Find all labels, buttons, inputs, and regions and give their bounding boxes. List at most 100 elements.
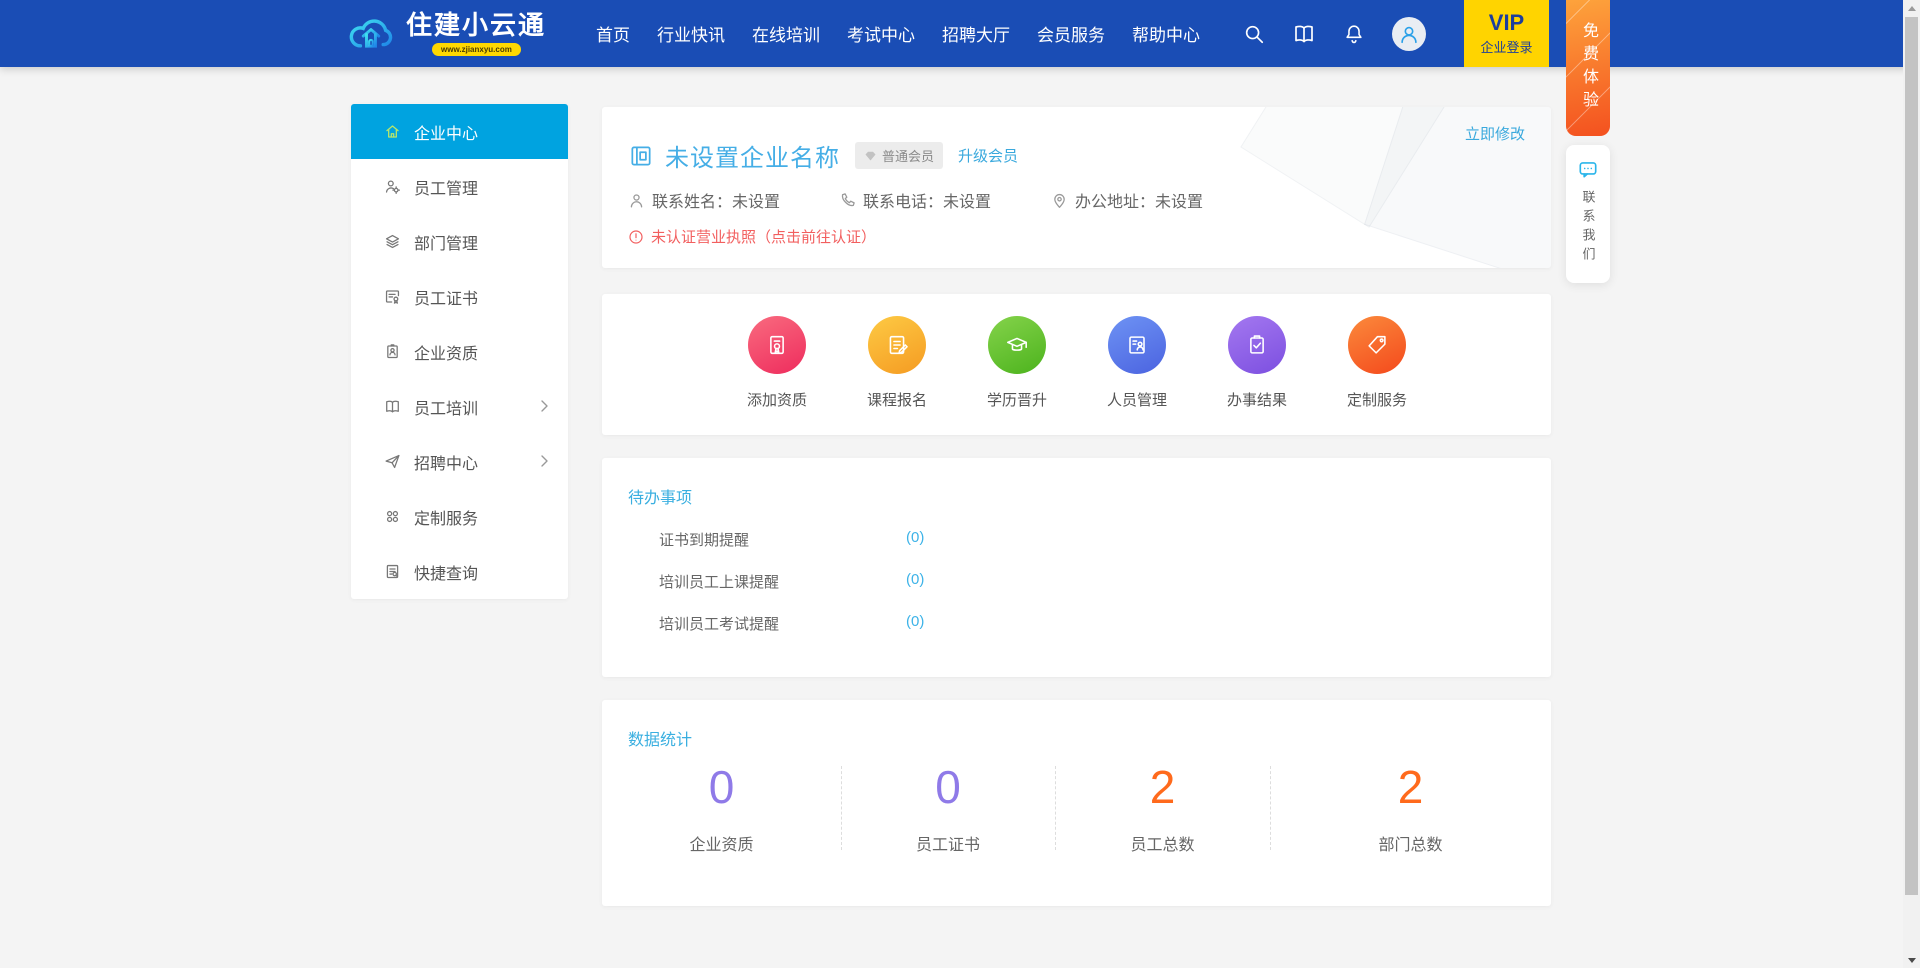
stat-label: 员工总数	[1055, 831, 1270, 855]
quick-action-personnel-management[interactable]: 人员管理	[1079, 316, 1195, 410]
contact-phone-field: 联系电话： 未设置	[839, 188, 991, 212]
license-warning-text: 未认证营业执照（点击前往认证）	[651, 226, 876, 247]
contact-us-widget[interactable]: 联系我们	[1566, 145, 1610, 283]
member-badge-label: 普通会员	[882, 146, 934, 165]
sidebar-item-employee-management[interactable]: 员工管理	[351, 159, 568, 214]
sidebar-item-recruitment-center[interactable]: 招聘中心	[351, 434, 568, 489]
nav-item-member-services[interactable]: 会员服务	[1037, 21, 1105, 46]
certificate-add-icon	[763, 331, 791, 359]
quick-action-label: 人员管理	[1107, 389, 1167, 410]
pencil-doc-icon	[883, 331, 911, 359]
office-address-field: 办公地址： 未设置	[1051, 188, 1203, 212]
header-icon-group	[1243, 0, 1426, 67]
nav-item-help-center[interactable]: 帮助中心	[1132, 21, 1200, 46]
chat-bubble-icon	[1577, 158, 1599, 180]
quick-action-service-results[interactable]: 办事结果	[1199, 316, 1315, 410]
top-navbar: 住建小云通 www.zjianxyu.com 首页 行业快讯 在线培训 考试中心…	[0, 0, 1920, 67]
tag-icon	[1363, 331, 1391, 359]
main-nav: 首页 行业快讯 在线培训 考试中心 招聘大厅 会员服务 帮助中心	[596, 0, 1200, 67]
member-badge[interactable]: 普通会员	[855, 142, 943, 169]
contact-phone-value: 未设置	[943, 188, 991, 212]
layers-icon	[384, 233, 401, 250]
stat-label: 员工证书	[841, 831, 1055, 855]
scrollbar[interactable]	[1903, 0, 1920, 968]
sidebar-item-label: 定制服务	[414, 505, 478, 529]
todo-row-cert-expiry[interactable]: 证书到期提醒 (0)	[659, 529, 1079, 550]
graduation-cap-icon	[1003, 331, 1031, 359]
todo-row-training-exam[interactable]: 培训员工考试提醒 (0)	[659, 613, 1079, 634]
brand-url-pill: www.zjianxyu.com	[432, 43, 521, 56]
quick-action-course-signup[interactable]: 课程报名	[839, 316, 955, 410]
sidebar-item-employee-certificates[interactable]: 员工证书	[351, 269, 568, 324]
vip-login-button[interactable]: VIP 企业登录	[1464, 0, 1549, 67]
free-trial-label: 免费体验	[1576, 22, 1600, 114]
nav-item-home[interactable]: 首页	[596, 21, 630, 46]
quick-action-add-qualification[interactable]: 添加资质	[719, 316, 835, 410]
sidebar-item-enterprise-qualifications[interactable]: 企业资质	[351, 324, 568, 379]
todo-label: 培训员工上课提醒	[659, 574, 779, 591]
stat-divider	[1270, 766, 1271, 850]
nav-item-industry-news[interactable]: 行业快讯	[657, 21, 725, 46]
sidebar-item-employee-training[interactable]: 员工培训	[351, 379, 568, 434]
search-icon[interactable]	[1243, 23, 1265, 45]
sidebar-item-enterprise-center[interactable]: 企业中心	[351, 104, 568, 159]
user-avatar[interactable]	[1392, 17, 1426, 51]
stat-employee-certificates: 0 员工证书	[841, 763, 1055, 855]
home-icon	[384, 123, 401, 140]
chevron-right-icon	[541, 400, 548, 412]
sidebar-item-label: 员工培训	[414, 395, 478, 419]
sidebar-item-label: 员工证书	[414, 285, 478, 309]
nav-item-job-hall[interactable]: 招聘大厅	[942, 21, 1010, 46]
todo-section-title: 待办事项	[628, 484, 692, 508]
stat-value: 2	[1055, 763, 1270, 811]
nav-item-online-training[interactable]: 在线培训	[752, 21, 820, 46]
stat-label: 企业资质	[602, 831, 841, 855]
todo-row-training-class[interactable]: 培训员工上课提醒 (0)	[659, 571, 1079, 592]
todo-card: 待办事项 证书到期提醒 (0) 培训员工上课提醒 (0) 培训员工考试提醒 (0…	[602, 458, 1551, 677]
sidebar-item-label: 部门管理	[414, 230, 478, 254]
scrollbar-down-arrow[interactable]	[1903, 952, 1920, 968]
scrollbar-thumb[interactable]	[1905, 17, 1918, 895]
vip-label: VIP	[1489, 11, 1524, 35]
book-icon	[384, 398, 401, 415]
todo-count: (0)	[906, 529, 924, 546]
user-icon	[628, 192, 645, 209]
contact-name-field: 联系姓名： 未设置	[628, 188, 780, 212]
data-statistics-card: 数据统计 0 企业资质 0 员工证书 2 员工总数 2 部门总数	[602, 700, 1551, 906]
user-gear-icon	[384, 178, 401, 195]
clipboard-check-icon	[1243, 331, 1271, 359]
company-info-card: 立即修改 未设置企业名称 普通会员 升级会员 联系姓名： 未设置 联系电话： 未…	[602, 107, 1551, 268]
quick-action-label: 添加资质	[747, 389, 807, 410]
bell-icon[interactable]	[1343, 23, 1365, 45]
upgrade-member-link[interactable]: 升级会员	[958, 145, 1018, 166]
free-trial-ribbon[interactable]: 免费体验	[1566, 0, 1610, 136]
sidebar-item-quick-search[interactable]: 快捷查询	[351, 544, 568, 599]
company-name: 未设置企业名称	[665, 138, 840, 173]
todo-count: (0)	[906, 613, 924, 630]
quick-action-education-promotion[interactable]: 学历晋升	[959, 316, 1075, 410]
contact-phone-label: 联系电话：	[863, 188, 943, 212]
license-warning[interactable]: 未认证营业执照（点击前往认证）	[628, 226, 876, 247]
id-card-icon	[1123, 331, 1151, 359]
sidebar-item-department-management[interactable]: 部门管理	[351, 214, 568, 269]
cloud-house-logo-icon	[345, 7, 397, 57]
contact-name-label: 联系姓名：	[652, 188, 732, 212]
brand-logo[interactable]: 住建小云通 www.zjianxyu.com	[345, 7, 546, 57]
quick-action-custom-service[interactable]: 定制服务	[1319, 316, 1435, 410]
sidebar-item-label: 快捷查询	[414, 560, 478, 584]
sidebar-item-custom-services[interactable]: 定制服务	[351, 489, 568, 544]
warning-icon	[628, 229, 644, 245]
nav-item-exam-center[interactable]: 考试中心	[847, 21, 915, 46]
doc-search-icon	[384, 563, 401, 580]
edit-now-link[interactable]: 立即修改	[1465, 123, 1525, 144]
scrollbar-up-arrow[interactable]	[1903, 0, 1920, 16]
stat-total-departments: 2 部门总数	[1270, 763, 1551, 855]
stats-section-title: 数据统计	[628, 726, 692, 750]
sidebar-item-label: 员工管理	[414, 175, 478, 199]
paper-plane-icon	[384, 453, 401, 470]
library-icon[interactable]	[1292, 22, 1316, 46]
contact-us-label: 联系我们	[1579, 190, 1598, 266]
quick-action-label: 办事结果	[1227, 389, 1287, 410]
stat-divider	[1055, 766, 1056, 850]
stat-value: 0	[602, 763, 841, 811]
